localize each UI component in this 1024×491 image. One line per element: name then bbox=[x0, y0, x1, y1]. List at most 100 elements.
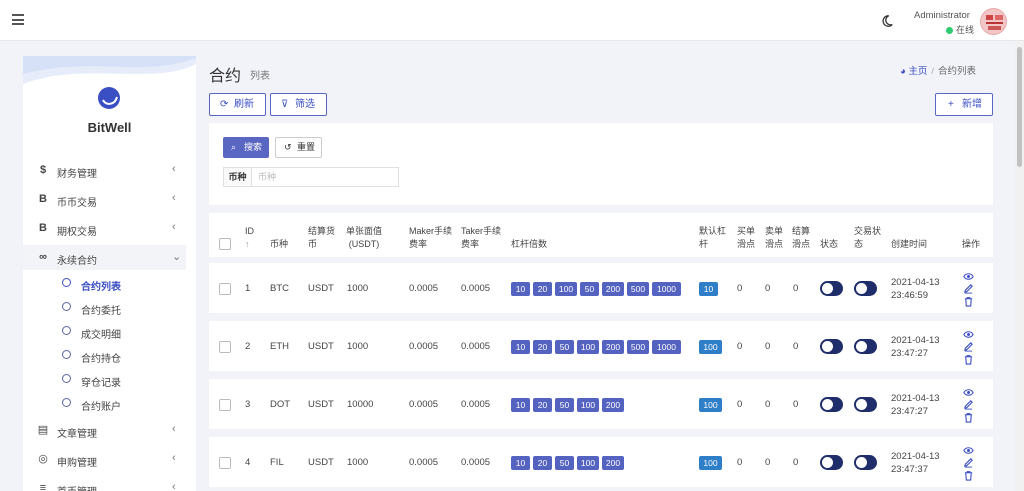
row-checkbox[interactable] bbox=[219, 457, 231, 469]
filter-button[interactable]: ⊽ 筛选 bbox=[270, 93, 327, 116]
sidebar-item-subscription[interactable]: ◎ 申购管理 ‹ bbox=[23, 447, 186, 472]
col-settle-currency: 结算货币 bbox=[308, 225, 335, 251]
sidebar-item-coins[interactable]: ≡ 首币管理 ‹ bbox=[23, 476, 186, 491]
sidebar-item-options[interactable]: B 期权交易 ‹ bbox=[23, 216, 186, 241]
leverage-badge: 20 bbox=[533, 340, 552, 354]
delete-icon[interactable] bbox=[963, 470, 974, 481]
status-toggle[interactable] bbox=[820, 455, 843, 470]
user-status-label: 在线 bbox=[956, 25, 975, 35]
chevron-left-icon: ‹ bbox=[172, 163, 176, 175]
online-dot-icon bbox=[946, 27, 953, 34]
edit-icon[interactable] bbox=[963, 457, 974, 468]
row-checkbox[interactable] bbox=[219, 283, 231, 295]
breadcrumb: ◕ 主页 / 合约列表 bbox=[900, 63, 976, 77]
trade-status-toggle[interactable] bbox=[854, 281, 877, 296]
circle-icon bbox=[62, 326, 71, 335]
sidebar-subitem-liquidations[interactable]: 穿仓记录 bbox=[23, 368, 186, 390]
cell-maker-fee: 0.0005 bbox=[409, 399, 439, 410]
col-label: 币 bbox=[308, 239, 318, 249]
symbol-input[interactable] bbox=[252, 167, 399, 187]
sidebar-subitem-fills[interactable]: 成交明细 bbox=[23, 320, 186, 342]
page-scrollbar[interactable] bbox=[1015, 41, 1024, 491]
bitcoin-icon: B bbox=[39, 193, 47, 205]
leverage-badge: 500 bbox=[627, 340, 649, 354]
cell-created: 2021-04-13 23:47:37 bbox=[891, 450, 940, 476]
chevron-left-icon: ‹ bbox=[172, 481, 176, 491]
edit-icon[interactable] bbox=[963, 283, 974, 294]
status-toggle[interactable] bbox=[820, 281, 843, 296]
plus-icon: + bbox=[948, 99, 954, 110]
undo-icon: ↺ bbox=[284, 142, 292, 152]
col-id[interactable]: ID ↑ bbox=[245, 225, 254, 251]
col-symbol: 币种 bbox=[270, 239, 289, 249]
created-time: 23:46:59 bbox=[891, 290, 928, 301]
trade-status-toggle[interactable] bbox=[854, 339, 877, 354]
cell-sell-slippage: 0 bbox=[765, 399, 771, 410]
leverage-badge: 200 bbox=[602, 282, 624, 296]
dark-mode-icon[interactable] bbox=[880, 14, 894, 28]
view-icon[interactable] bbox=[963, 445, 974, 456]
sidebar-subitem-label: 合约持仓 bbox=[81, 354, 121, 365]
search-button[interactable]: ⌕ 搜索 bbox=[223, 137, 269, 158]
leverage-badge: 200 bbox=[602, 340, 624, 354]
sidebar-subitem-positions[interactable]: 合约持仓 bbox=[23, 344, 186, 366]
default-leverage-badge: 100 bbox=[699, 398, 722, 412]
leverage-badge: 10 bbox=[511, 282, 530, 296]
row-checkbox[interactable] bbox=[219, 399, 231, 411]
view-icon[interactable] bbox=[963, 271, 974, 282]
created-date: 2021-04-13 bbox=[891, 451, 940, 462]
delete-icon[interactable] bbox=[963, 354, 974, 365]
cell-settle-slippage: 0 bbox=[793, 283, 799, 294]
col-label: 态 bbox=[854, 239, 864, 249]
cell-created: 2021-04-13 23:46:59 bbox=[891, 276, 940, 302]
leverage-badge: 20 bbox=[533, 282, 552, 296]
sidebar-subitem-label: 穿仓记录 bbox=[81, 378, 121, 389]
created-time: 23:47:27 bbox=[891, 348, 928, 359]
row-checkbox[interactable] bbox=[219, 341, 231, 353]
leverage-badge: 100 bbox=[577, 340, 599, 354]
col-buy-slippage: 买单 滑点 bbox=[737, 225, 755, 251]
sidebar-item-articles[interactable]: ▤ 文章管理 ‹ bbox=[23, 418, 186, 443]
sidebar-item-label: 永续合约 bbox=[57, 256, 97, 267]
add-button[interactable]: + 新增 bbox=[935, 93, 993, 116]
edit-icon[interactable] bbox=[963, 341, 974, 352]
trade-status-toggle[interactable] bbox=[854, 455, 877, 470]
sidebar-item-spot[interactable]: B 币币交易 ‹ bbox=[23, 187, 186, 212]
delete-icon[interactable] bbox=[963, 296, 974, 307]
view-icon[interactable] bbox=[963, 329, 974, 340]
circle-icon bbox=[62, 398, 71, 407]
status-toggle[interactable] bbox=[820, 397, 843, 412]
view-icon[interactable] bbox=[963, 387, 974, 398]
search-label: 搜索 bbox=[244, 142, 263, 152]
cell-taker-fee: 0.0005 bbox=[461, 283, 491, 294]
sidebar-item-finance[interactable]: $ 财务管理 ‹ bbox=[23, 158, 186, 183]
col-label: 费率 bbox=[461, 239, 480, 249]
cell-maker-fee: 0.0005 bbox=[409, 341, 439, 352]
delete-icon[interactable] bbox=[963, 412, 974, 423]
trade-status-toggle[interactable] bbox=[854, 397, 877, 412]
breadcrumb-home[interactable]: ◕ 主页 bbox=[900, 66, 927, 77]
col-label: 滑点 bbox=[792, 239, 811, 249]
user-name[interactable]: Administrator bbox=[914, 10, 970, 21]
reset-button[interactable]: ↺ 重置 bbox=[275, 137, 322, 158]
col-label: 默认杠 bbox=[699, 226, 727, 236]
avatar[interactable] bbox=[980, 8, 1007, 35]
cell-settle-slippage: 0 bbox=[793, 457, 799, 468]
edit-icon[interactable] bbox=[963, 399, 974, 410]
sidebar-subitem-contract-list[interactable]: 合约列表 bbox=[23, 272, 186, 294]
refresh-button[interactable]: ⟳ 刷新 bbox=[209, 93, 266, 116]
menu-toggle-icon[interactable] bbox=[12, 14, 24, 25]
circle-icon bbox=[62, 302, 71, 311]
cell-settle-slippage: 0 bbox=[793, 341, 799, 352]
cell-created: 2021-04-13 23:47:27 bbox=[891, 392, 940, 418]
select-all-checkbox[interactable] bbox=[219, 238, 231, 250]
refresh-label: 刷新 bbox=[234, 99, 254, 110]
refresh-icon: ⟳ bbox=[220, 99, 229, 110]
scrollbar-thumb[interactable] bbox=[1017, 47, 1022, 167]
sidebar-subitem-orders[interactable]: 合约委托 bbox=[23, 296, 186, 318]
sidebar-item-perpetual[interactable]: ∞ 永续合约 ⌄ bbox=[23, 245, 186, 270]
status-toggle[interactable] bbox=[820, 339, 843, 354]
col-settle-slippage: 结算 滑点 bbox=[792, 225, 810, 251]
sidebar-subitem-accounts[interactable]: 合约账户 bbox=[23, 392, 186, 414]
circle-icon bbox=[62, 374, 71, 383]
